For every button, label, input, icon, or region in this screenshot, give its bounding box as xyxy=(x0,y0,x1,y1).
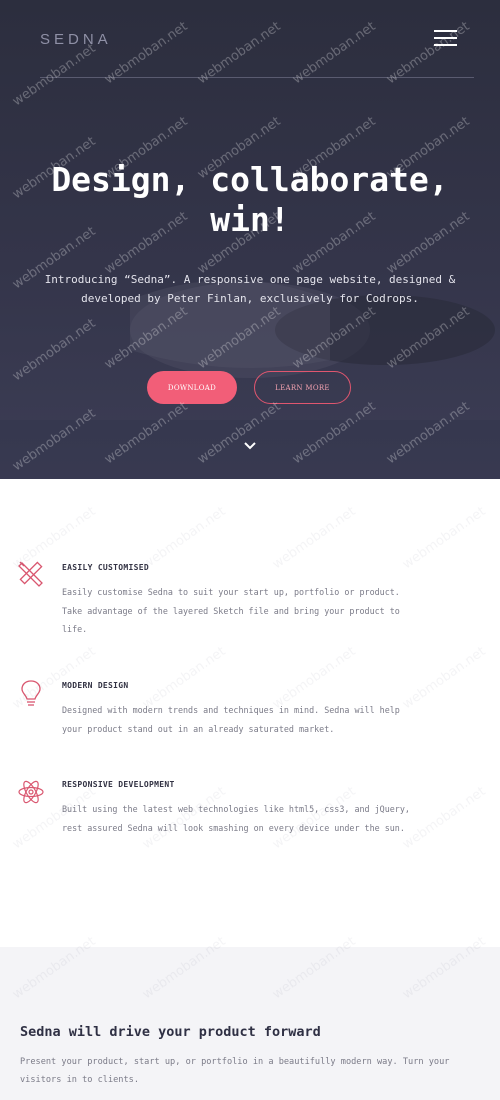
feature-text: Designed with modern trends and techniqu… xyxy=(62,705,400,734)
hero-title-line-1: Design, collaborate, xyxy=(51,160,449,199)
logo[interactable]: SEDNA xyxy=(40,31,112,48)
lightbulb-icon xyxy=(21,680,41,706)
hamburger-menu-icon[interactable] xyxy=(434,28,460,48)
hero-subtitle-line-2: developed by Peter Finlan, exclusively f… xyxy=(81,292,419,305)
feature-title: EASILY CUSTOMISED xyxy=(62,563,149,572)
hero-section: SEDNA Design, collaborate, win! Introduc… xyxy=(0,0,500,479)
product-section: Sedna will drive your product forward Pr… xyxy=(0,947,500,1100)
section-title: Sedna will drive your product forward xyxy=(20,1024,321,1040)
atom-icon xyxy=(18,780,44,804)
learn-more-button[interactable]: LEARN MORE xyxy=(254,371,351,404)
feature-text: Easily customise Sedna to suit your star… xyxy=(62,587,400,634)
hero-subtitle: Introducing “Sedna”. A responsive one pa… xyxy=(30,270,470,308)
features-section: EASILY CUSTOMISED Easily customise Sedna… xyxy=(0,479,500,947)
hero-subtitle-line-1: Introducing “Sedna”. A responsive one pa… xyxy=(44,273,456,286)
chevron-down-icon[interactable] xyxy=(241,439,259,453)
header-divider xyxy=(40,77,474,78)
hero-title: Design, collaborate, win! xyxy=(30,160,470,240)
download-button[interactable]: DOWNLOAD xyxy=(147,371,237,404)
feature-title: MODERN DESIGN xyxy=(62,681,129,690)
pencil-ruler-icon xyxy=(18,561,43,587)
feature-title: RESPONSIVE DEVELOPMENT xyxy=(62,780,175,789)
section-text: Present your product, start up, or portf… xyxy=(20,1057,450,1085)
hero-title-line-2: win! xyxy=(210,200,290,239)
feature-text: Built using the latest web technologies … xyxy=(62,804,410,833)
